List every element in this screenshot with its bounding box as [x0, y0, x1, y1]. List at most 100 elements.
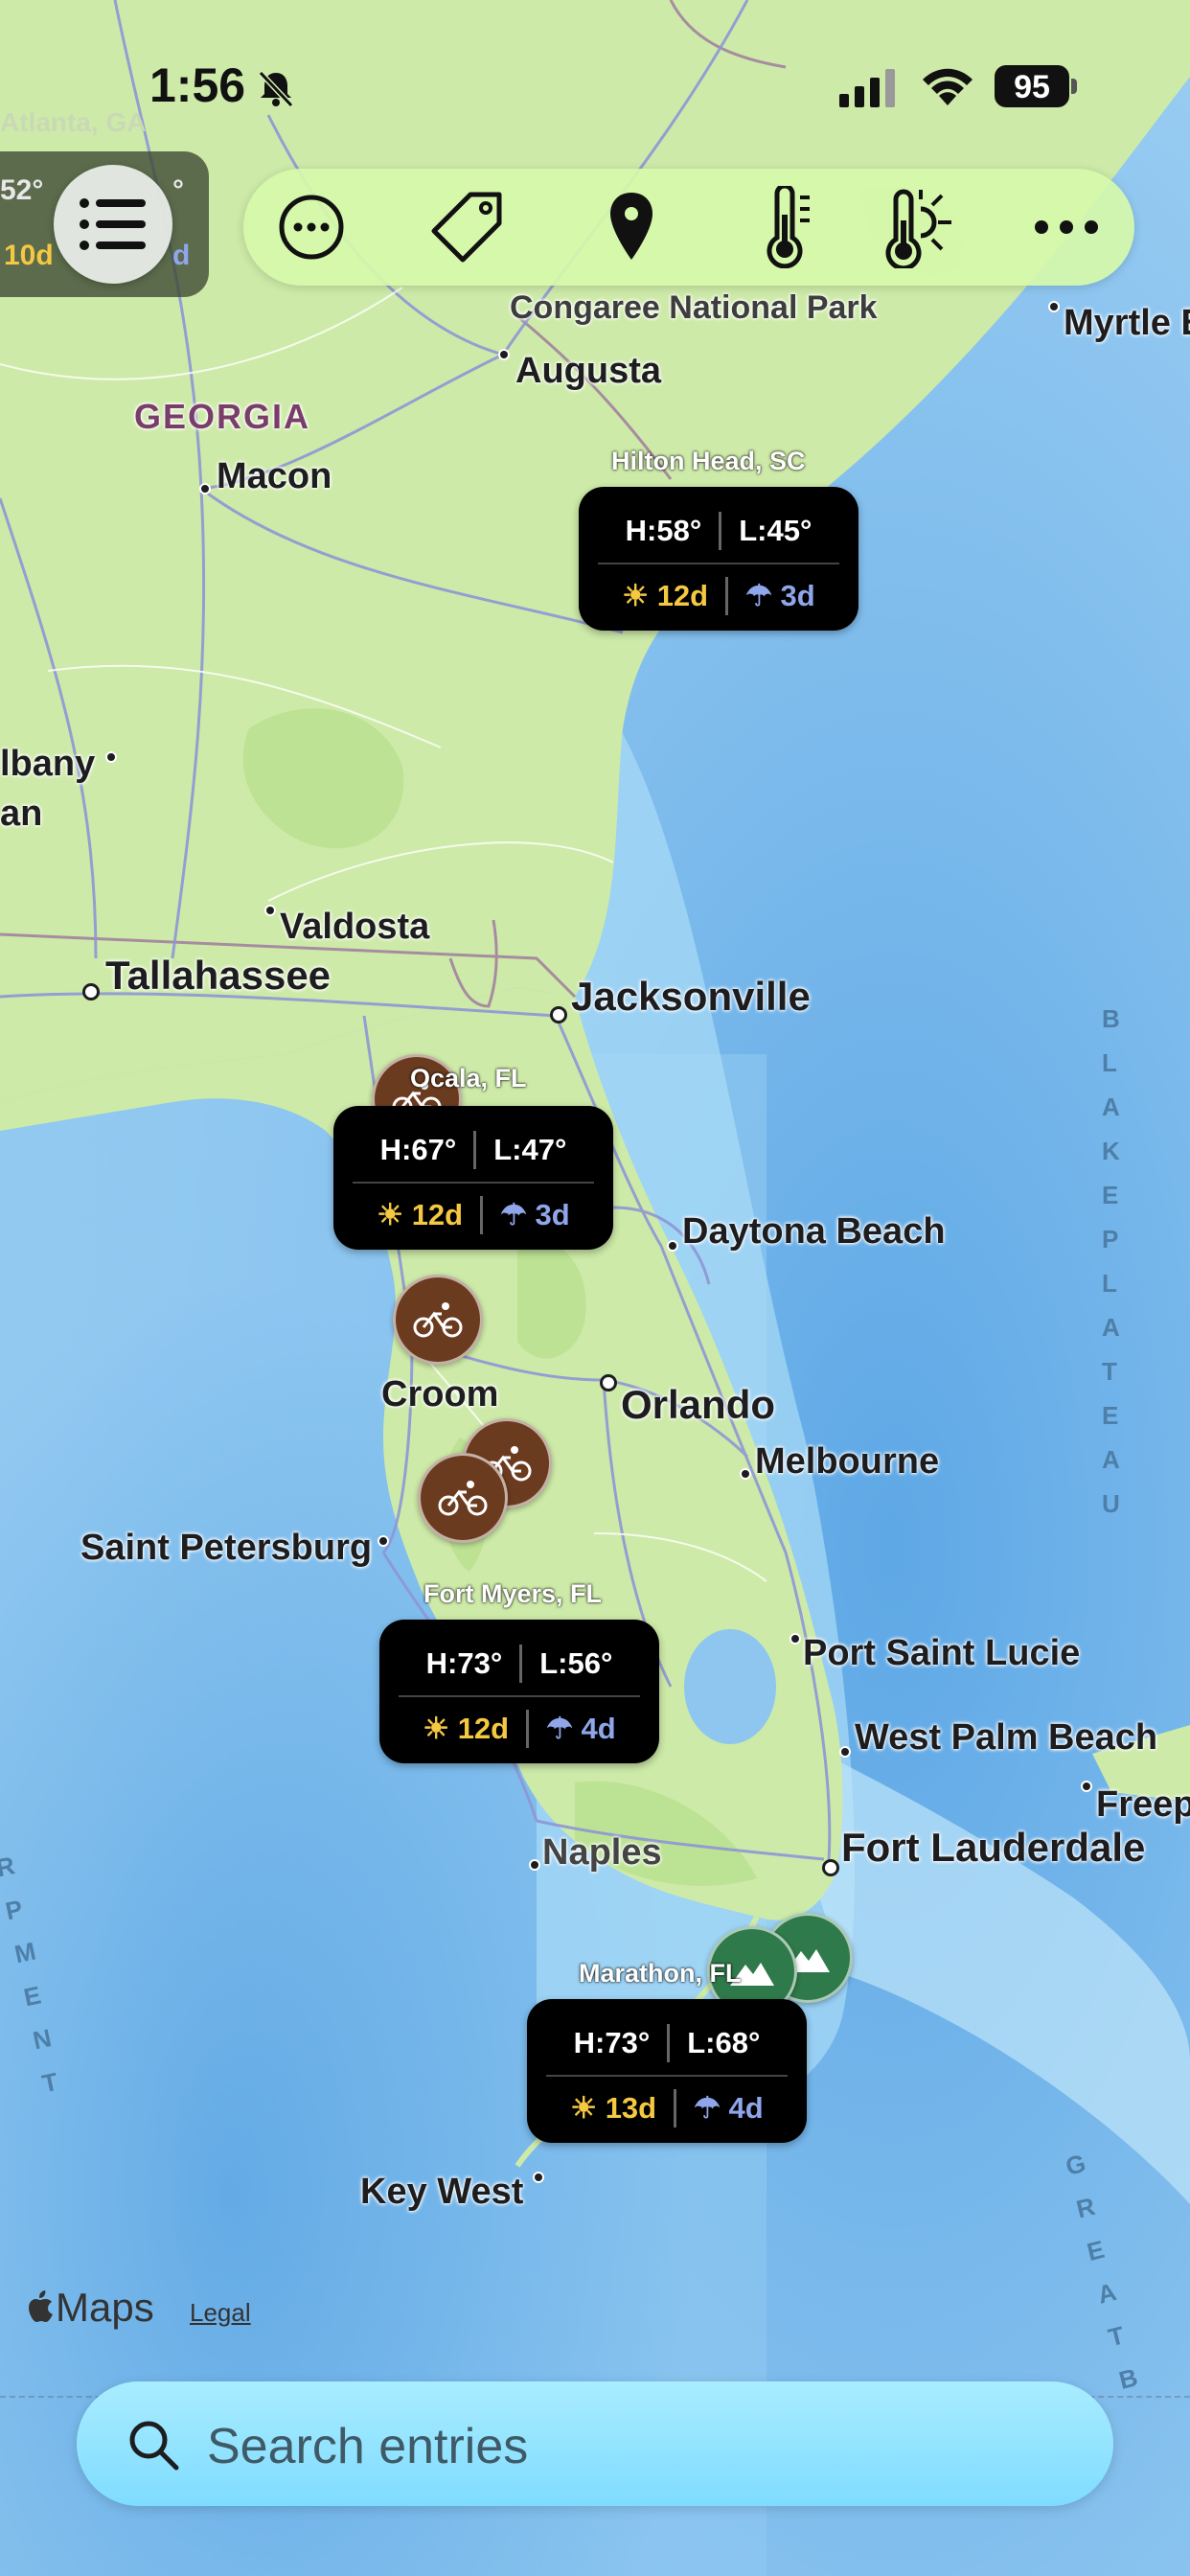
city-dot: [82, 983, 100, 1000]
sun-days-fragment: 10d: [4, 240, 54, 271]
city-label: Tallahassee: [105, 953, 332, 998]
sun-days: 12d: [656, 579, 709, 612]
city-dot: [600, 1374, 617, 1392]
high-temp: H:58°: [625, 514, 702, 547]
city-label: Valdosta: [280, 907, 430, 947]
weather-card[interactable]: H:58° L:45° ☀ 12d ☂ 3d: [579, 487, 858, 631]
maps-text: Maps: [56, 2285, 154, 2330]
city-label: Augusta: [515, 351, 661, 391]
weather-card[interactable]: H:67° L:47° ☀ 12d ☂ 3d: [333, 1106, 613, 1250]
map-view[interactable]: Congaree National Park Augusta GEORGIA M…: [0, 0, 1190, 2576]
overflow-menu-button[interactable]: [1023, 184, 1110, 270]
search-input[interactable]: Search entries: [207, 2418, 528, 2475]
low-temp: L:68°: [687, 2026, 761, 2059]
city-dot: [1048, 301, 1060, 312]
wifi-icon: [923, 68, 973, 105]
search-icon: [129, 2421, 179, 2471]
low-temp: L:45°: [739, 514, 812, 547]
high-temp: H:73°: [573, 2026, 651, 2059]
cellular-signal-icon: [839, 69, 895, 107]
more-options-button[interactable]: [268, 184, 355, 270]
location-button[interactable]: [588, 184, 675, 270]
city-label: Key West: [360, 2172, 524, 2212]
high-temp: H:67°: [379, 1133, 457, 1166]
bicycle-icon: [438, 1481, 488, 1516]
weather-card[interactable]: H:73° L:68° ☀ 13d ☂ 4d: [527, 1999, 807, 2143]
city-dot: [199, 483, 211, 494]
card-location: Hilton Head, SC: [611, 447, 806, 475]
city-dot: [529, 1859, 540, 1871]
ellipsis-icon: [1035, 220, 1098, 234]
city-dot: [498, 349, 510, 360]
sun-icon: ☀: [423, 1712, 450, 1745]
city-dot: [822, 1859, 839, 1876]
state-label: GEORGIA: [134, 397, 311, 436]
rain-cloud-icon: ☂: [694, 2091, 721, 2125]
park-label: Congaree National Park: [510, 289, 878, 326]
tag-icon: [431, 192, 502, 263]
sun-icon: ☀: [622, 579, 650, 612]
city-label: Freep: [1096, 1784, 1190, 1825]
rain-days: 4d: [581, 1712, 616, 1745]
lake-okeechobee: [684, 1629, 776, 1744]
battery-level: 95: [1014, 69, 1050, 105]
filter-toolbar: [243, 169, 1134, 286]
apple-logo-icon: [29, 2290, 53, 2322]
rain-days: 4d: [728, 2091, 764, 2125]
bike-pin[interactable]: [393, 1275, 483, 1365]
more-circle-icon: [279, 195, 344, 260]
list-menu-button[interactable]: [54, 165, 172, 284]
low-temp: L:47°: [493, 1133, 567, 1166]
city-label: Orlando: [621, 1382, 776, 1427]
sun-days: 13d: [605, 2091, 657, 2125]
city-label: Fort Lauderdale: [841, 1825, 1146, 1870]
battery-icon: 95: [995, 65, 1069, 107]
high-temp: H:73°: [425, 1646, 503, 1680]
sun-days: 12d: [457, 1712, 510, 1745]
weather-card[interactable]: H:73° L:56° ☀ 12d ☂ 4d: [379, 1620, 659, 1763]
city-label: Myrtle B: [1064, 303, 1190, 343]
location-pin-icon: [610, 193, 652, 260]
status-time: 1:56: [149, 58, 246, 112]
sun-icon: ☀: [570, 2091, 598, 2125]
city-label: Croom: [381, 1374, 499, 1414]
legal-link[interactable]: Legal: [190, 2298, 251, 2328]
sea-label: BLAKE PLATEAU: [1102, 1004, 1133, 1518]
card-location: Ocala, FL: [410, 1064, 527, 1092]
low-temp: L:56°: [539, 1646, 613, 1680]
rain-days: 3d: [535, 1198, 570, 1231]
rain-days-fragment: d: [172, 240, 191, 271]
city-label: lbany: [0, 744, 96, 784]
bicycle-icon: [413, 1302, 463, 1338]
status-bar: 1:56 95: [0, 0, 1190, 172]
city-dot: [378, 1535, 389, 1547]
rain-cloud-icon: ☂: [745, 579, 772, 612]
city-dot: [533, 2172, 544, 2183]
city-label: West Palm Beach: [855, 1717, 1158, 1758]
rain-days: 3d: [780, 579, 815, 612]
city-label: Jacksonville: [571, 974, 811, 1019]
temperature-sun-button[interactable]: [880, 184, 966, 270]
city-label: Daytona Beach: [682, 1211, 946, 1252]
bike-pin[interactable]: [418, 1453, 508, 1543]
temperature-button[interactable]: [744, 184, 830, 270]
city-label: Port Saint Lucie: [803, 1633, 1081, 1673]
thermometer-sun-icon: [885, 189, 951, 268]
city-dot: [839, 1746, 851, 1758]
card-location: Fort Myers, FL: [423, 1579, 603, 1608]
city-dot: [790, 1633, 801, 1644]
list-icon: [80, 198, 146, 250]
city-dot: [667, 1240, 678, 1252]
city-label: Macon: [217, 456, 332, 496]
city-dot: [1081, 1781, 1092, 1792]
high-temp-fragment: 52°: [0, 174, 44, 206]
tag-button[interactable]: [425, 184, 512, 270]
city-label: Naples: [542, 1832, 662, 1873]
city-dot: [105, 751, 117, 763]
city-dot: [740, 1468, 751, 1480]
low-temp-fragment: °: [172, 174, 184, 206]
card-location: Marathon, FL: [579, 1959, 742, 1988]
maps-attribution: Maps: [27, 2285, 154, 2331]
city-dot: [264, 905, 276, 916]
search-bar[interactable]: Search entries: [77, 2381, 1113, 2506]
